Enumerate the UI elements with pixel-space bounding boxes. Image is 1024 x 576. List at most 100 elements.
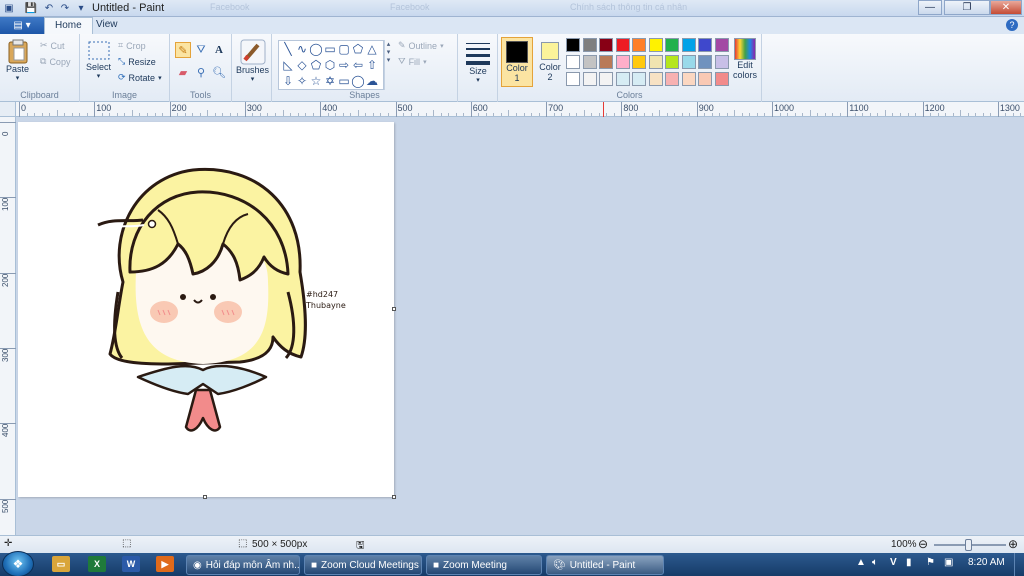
word-icon[interactable]: W xyxy=(122,556,140,572)
fill-tool[interactable]: ⛛ xyxy=(193,42,209,58)
palette-swatch[interactable] xyxy=(599,55,613,69)
palette-swatch[interactable] xyxy=(582,72,597,86)
copy-button[interactable]: ⧉ Copy xyxy=(40,56,70,67)
right-arrow-shape-icon[interactable]: ⇨ xyxy=(337,58,351,72)
excel-icon[interactable]: X xyxy=(88,556,106,572)
color-picker-tool[interactable]: ⚲ xyxy=(193,64,209,80)
up-arrow-shape-icon[interactable]: ⇧ xyxy=(365,58,379,72)
drawing-canvas[interactable]: #hd247 Thubayne xyxy=(18,122,394,497)
oval-callout-shape-icon[interactable]: ◯ xyxy=(351,74,365,88)
palette-swatch[interactable] xyxy=(599,72,613,86)
six-point-star-shape-icon[interactable]: ✡ xyxy=(323,74,337,88)
palette-swatch[interactable] xyxy=(698,72,712,86)
down-arrow-shape-icon[interactable]: ⇩ xyxy=(281,74,295,88)
paint-menu-button[interactable]: ▤ ▾ xyxy=(0,17,44,34)
zoom-out-button[interactable]: ⊖ xyxy=(918,537,928,551)
save-icon[interactable]: 💾 xyxy=(24,1,38,15)
diamond-shape-icon[interactable]: ◇ xyxy=(295,58,309,72)
palette-swatch[interactable] xyxy=(648,72,663,86)
show-hidden-icons-icon[interactable]: ▲ xyxy=(856,557,866,568)
select-button[interactable]: Select ▾ xyxy=(86,40,111,80)
palette-swatch[interactable] xyxy=(615,72,630,86)
clipboard-tray-icon[interactable]: ▣ xyxy=(944,557,953,568)
speaker-icon[interactable]: 🔈︎ xyxy=(872,557,878,568)
paint-app-icon[interactable]: ▣ xyxy=(2,1,16,15)
task-paint[interactable]: 🎨︎ Untitled - Paint xyxy=(546,555,664,575)
palette-swatch[interactable] xyxy=(698,55,712,69)
show-desktop-button[interactable] xyxy=(1014,553,1024,576)
palette-swatch[interactable] xyxy=(582,38,597,52)
oval-shape-icon[interactable]: ◯ xyxy=(309,42,323,56)
brushes-button[interactable]: Brushes ▾ xyxy=(236,39,269,83)
maximize-button[interactable]: ❐ xyxy=(944,0,990,15)
palette-swatch[interactable] xyxy=(665,72,679,86)
eraser-tool[interactable]: ▰ xyxy=(175,64,191,80)
undo-icon[interactable]: ↶ xyxy=(42,1,56,15)
palette-swatch[interactable] xyxy=(615,38,630,52)
pencil-tool[interactable]: ✎ xyxy=(175,42,191,58)
palette-swatch[interactable] xyxy=(599,38,613,52)
rounded-rectangle-shape-icon[interactable]: ▢ xyxy=(337,42,351,56)
cloud-callout-shape-icon[interactable]: ☁ xyxy=(365,74,379,88)
palette-swatch[interactable] xyxy=(698,38,712,52)
resize-button[interactable]: ⤡ Resize xyxy=(118,56,156,67)
palette-swatch[interactable] xyxy=(632,72,646,86)
palette-swatch[interactable] xyxy=(566,55,580,69)
fill-button[interactable]: ⛛ Fill ▾ xyxy=(398,56,427,67)
redo-icon[interactable]: ↷ xyxy=(58,1,72,15)
rectangle-shape-icon[interactable]: ▭ xyxy=(323,42,337,56)
line-shape-icon[interactable]: ╲ xyxy=(281,42,295,56)
hexagon-shape-icon[interactable]: ⬡ xyxy=(323,58,337,72)
palette-swatch[interactable] xyxy=(615,55,630,69)
palette-swatch[interactable] xyxy=(648,38,663,52)
network-icon[interactable]: ▮ xyxy=(906,557,912,568)
palette-swatch[interactable] xyxy=(681,38,696,52)
left-arrow-shape-icon[interactable]: ⇦ xyxy=(351,58,365,72)
palette-swatch[interactable] xyxy=(714,38,729,52)
media-player-icon[interactable]: ▶ xyxy=(156,556,174,572)
size-button[interactable]: Size ▾ xyxy=(465,40,491,84)
resize-handle-bottom[interactable] xyxy=(203,495,207,499)
action-center-icon[interactable]: ⚑ xyxy=(926,557,935,568)
palette-swatch[interactable] xyxy=(566,38,580,52)
palette-swatch[interactable] xyxy=(714,72,729,86)
tab-view[interactable]: View xyxy=(86,17,128,34)
resize-handle-corner[interactable] xyxy=(392,495,396,499)
pentagon-shape-icon[interactable]: ⬠ xyxy=(309,58,323,72)
task-chrome[interactable]: ◉ Hỏi đáp môn Âm nh... xyxy=(186,555,300,575)
palette-swatch[interactable] xyxy=(582,55,597,69)
five-point-star-shape-icon[interactable]: ☆ xyxy=(309,74,323,88)
minimize-button[interactable]: — xyxy=(918,0,942,15)
palette-swatch[interactable] xyxy=(566,72,580,86)
four-point-star-shape-icon[interactable]: ✧ xyxy=(295,74,309,88)
outline-button[interactable]: ✎ Outline ▾ xyxy=(398,40,444,51)
cut-button[interactable]: ✂ Cut xyxy=(40,40,65,51)
palette-swatch[interactable] xyxy=(632,38,646,52)
zoom-slider-thumb[interactable] xyxy=(965,539,972,551)
quick-access-dropdown-icon[interactable]: ▾ xyxy=(74,1,88,15)
paste-button[interactable]: Paste ▾ xyxy=(6,38,29,82)
callout-shape-icon[interactable]: ▭ xyxy=(337,74,351,88)
crop-button[interactable]: ⌗ Crop xyxy=(118,40,146,51)
resize-handle-right[interactable] xyxy=(392,307,396,311)
rotate-button[interactable]: ⟳ Rotate ▾ xyxy=(118,72,162,83)
task-zoom-cloud[interactable]: ■ Zoom Cloud Meetings xyxy=(304,555,422,575)
palette-swatch[interactable] xyxy=(681,55,696,69)
palette-swatch[interactable] xyxy=(632,55,646,69)
task-zoom-meeting[interactable]: ■ Zoom Meeting xyxy=(426,555,542,575)
triangle-shape-icon[interactable]: △ xyxy=(365,42,379,56)
close-button[interactable]: ✕ xyxy=(990,0,1022,15)
help-icon[interactable]: ? xyxy=(1006,19,1018,31)
color1-button[interactable]: Color 1 xyxy=(501,37,533,87)
magnifier-tool[interactable]: 🔍︎ xyxy=(211,64,227,80)
palette-swatch[interactable] xyxy=(665,55,679,69)
polygon-shape-icon[interactable]: ⬠ xyxy=(351,42,365,56)
curve-shape-icon[interactable]: ∿ xyxy=(295,42,309,56)
edit-colors-button[interactable]: Edit colors xyxy=(730,38,760,80)
palette-swatch[interactable] xyxy=(681,72,696,86)
palette-swatch[interactable] xyxy=(714,55,729,69)
start-button[interactable]: ❖ xyxy=(2,551,34,576)
ime-indicator[interactable]: V xyxy=(890,557,897,568)
clock[interactable]: 8:20 AM xyxy=(968,557,1005,568)
palette-swatch[interactable] xyxy=(665,38,679,52)
